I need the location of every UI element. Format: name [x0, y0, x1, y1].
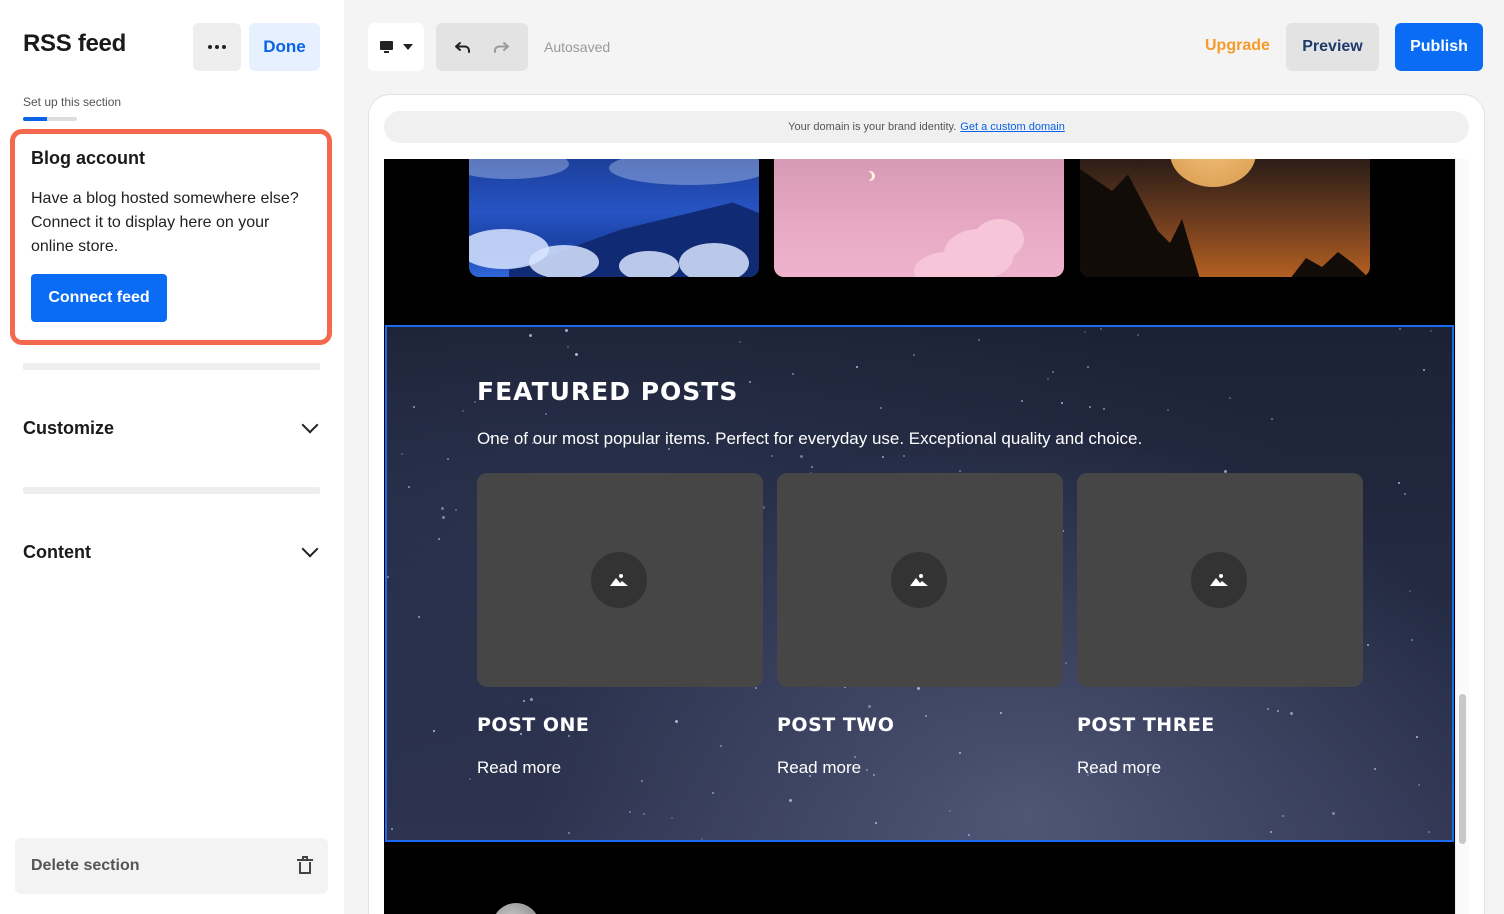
image-placeholder-icon — [891, 552, 947, 608]
setup-progress-fill — [23, 117, 48, 121]
post-image-placeholder — [1077, 473, 1363, 687]
scrollbar-thumb[interactable] — [1459, 694, 1466, 844]
delete-section-button[interactable]: Delete section — [15, 838, 328, 894]
connect-feed-button[interactable]: Connect feed — [31, 274, 167, 322]
domain-banner-text: Your domain is your brand identity. — [788, 121, 957, 133]
chevron-down-icon — [301, 540, 319, 558]
device-switcher[interactable] — [368, 23, 424, 71]
post-image-placeholder — [777, 473, 1063, 687]
featured-posts-section[interactable]: Featured posts One of our most popular i… — [385, 325, 1454, 842]
accordion-content-label: Content — [23, 541, 91, 562]
done-button[interactable]: Done — [249, 23, 320, 71]
upgrade-link[interactable]: Upgrade — [1205, 37, 1270, 55]
preview-button[interactable]: Preview — [1286, 23, 1379, 71]
blog-account-heading: Blog account — [31, 148, 146, 168]
accordion-customize[interactable]: Customize — [23, 413, 320, 443]
read-more-link[interactable]: Read more — [1077, 758, 1363, 778]
accordion-customize-label: Customize — [23, 417, 115, 438]
image-placeholder-icon — [591, 552, 647, 608]
site-content: Featured posts One of our most popular i… — [384, 159, 1455, 914]
post-title: Post two — [777, 714, 895, 736]
featured-posts-title: Featured posts — [477, 377, 739, 406]
delete-section-label: Delete section — [31, 857, 140, 874]
post-card[interactable]: Post two Read more — [777, 473, 1063, 778]
publish-button[interactable]: Publish — [1395, 23, 1483, 71]
chevron-down-icon — [301, 416, 319, 434]
more-options-button[interactable] — [193, 23, 241, 71]
preview-scrollbar[interactable] — [1455, 159, 1469, 914]
site-preview-frame: Your domain is your brand identity. Get … — [368, 94, 1485, 914]
section-divider — [23, 487, 320, 494]
trash-icon — [297, 856, 313, 874]
editor-sidebar: RSS feed Done Set up this section Blog a… — [0, 0, 344, 914]
image-placeholder-icon — [1191, 552, 1247, 608]
sidebar-title: RSS feed — [23, 30, 126, 57]
undo-icon[interactable] — [454, 40, 472, 54]
history-controls — [436, 23, 528, 71]
read-more-link[interactable]: Read more — [777, 758, 1063, 778]
accordion-content[interactable]: Content — [23, 537, 320, 567]
read-more-link[interactable]: Read more — [477, 758, 763, 778]
footer-image — [492, 903, 540, 914]
custom-domain-link[interactable]: Get a custom domain — [960, 121, 1065, 133]
blog-account-card: Blog account Have a blog hosted somewher… — [10, 129, 332, 345]
blog-account-description: Have a blog hosted somewhere else? Conne… — [31, 190, 299, 255]
post-card[interactable]: Post three Read more — [1077, 473, 1363, 778]
setup-label: Set up this section — [23, 95, 122, 109]
post-card[interactable]: Post one Read more — [477, 473, 763, 778]
desktop-icon — [379, 41, 393, 53]
more-horizontal-icon — [207, 45, 228, 49]
editor-canvas: Autosaved Upgrade Preview Publish Your d… — [344, 0, 1504, 914]
gallery-image-pink-sky — [774, 159, 1064, 277]
gallery-image-mountains — [469, 159, 759, 277]
post-title: Post one — [477, 714, 590, 736]
redo-icon[interactable] — [492, 40, 510, 54]
setup-progress-bar — [23, 117, 77, 121]
post-title: Post three — [1077, 714, 1215, 736]
domain-banner: Your domain is your brand identity. Get … — [384, 111, 1469, 143]
post-image-placeholder — [477, 473, 763, 687]
featured-posts-subtitle: One of our most popular items. Perfect f… — [477, 429, 1143, 448]
section-divider — [23, 363, 320, 370]
autosave-status: Autosaved — [544, 39, 611, 55]
gallery-image-moon-trees — [1080, 159, 1370, 277]
caret-down-icon — [402, 44, 413, 50]
